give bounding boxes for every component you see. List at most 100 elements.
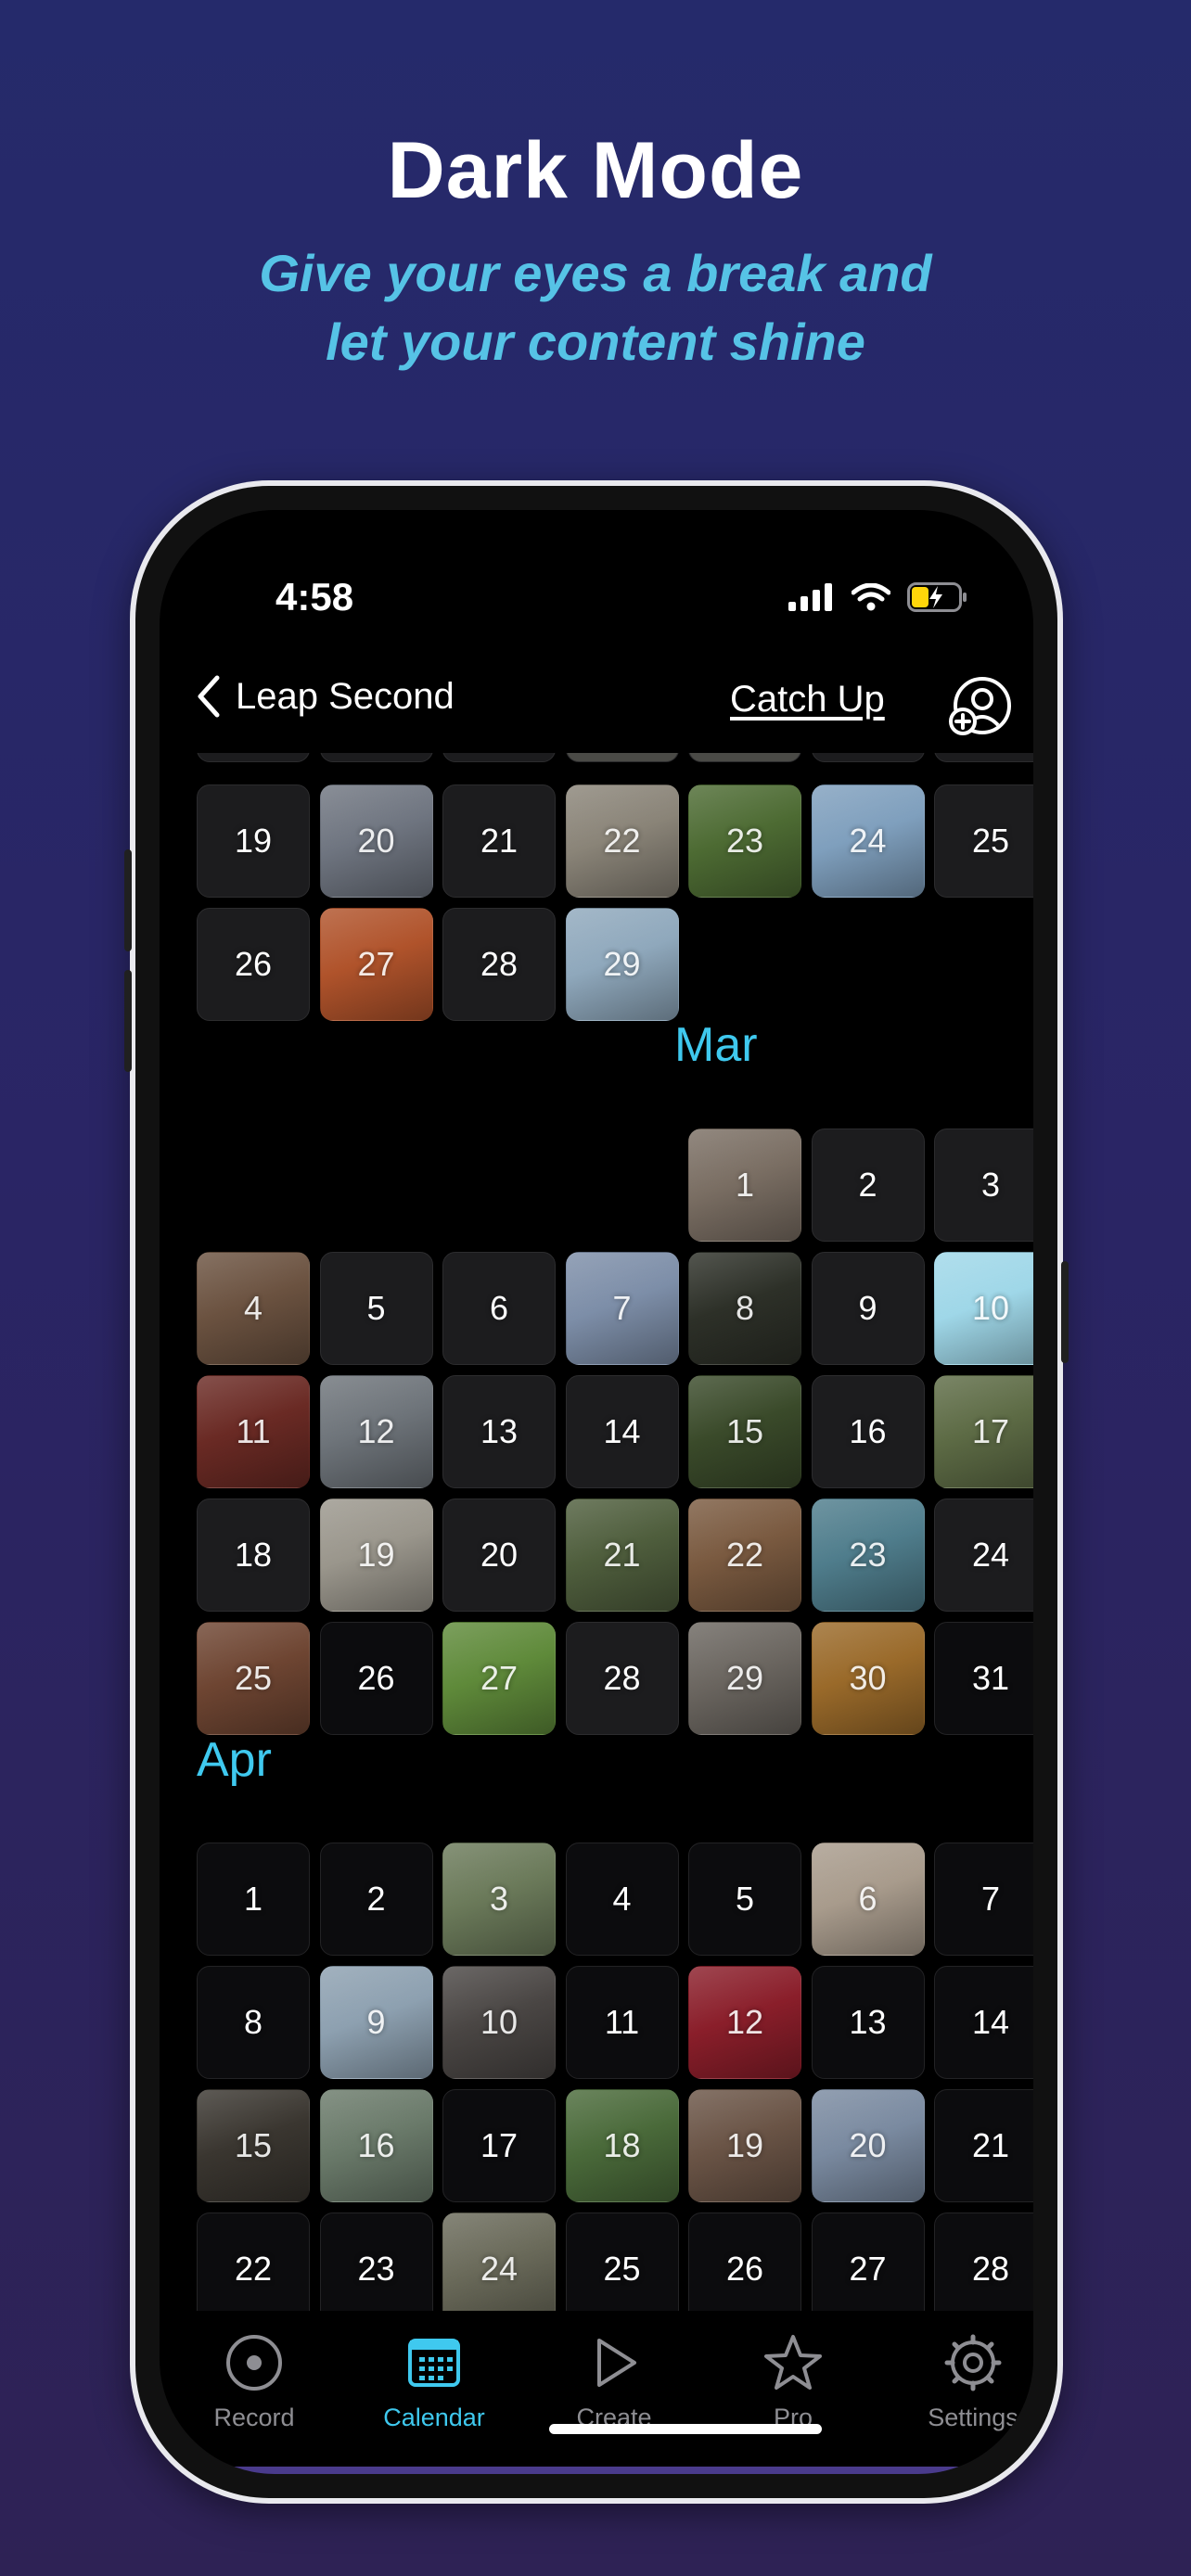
add-profile-button[interactable] <box>948 673 1013 743</box>
calendar-day[interactable]: 21 <box>442 784 556 898</box>
calendar-day[interactable]: 25 <box>934 784 1033 898</box>
calendar-day[interactable]: 31 <box>934 1622 1033 1735</box>
tab-record[interactable]: Record <box>180 2329 328 2432</box>
day-number: 12 <box>725 2003 764 2041</box>
calendar-day[interactable]: 4 <box>197 1252 310 1365</box>
calendar-day[interactable]: 26 <box>197 908 310 1021</box>
calendar-day-partial[interactable] <box>197 753 310 762</box>
promo-subheadline: Give your eyes a break and let your cont… <box>0 239 1191 376</box>
calendar-day[interactable]: 20 <box>442 1498 556 1612</box>
calendar-day[interactable]: 20 <box>812 2089 925 2202</box>
calendar-day[interactable]: 29 <box>566 908 679 1021</box>
calendar-day[interactable]: 23 <box>812 1498 925 1612</box>
play-icon <box>540 2329 688 2396</box>
calendar-day[interactable]: 15 <box>688 1375 801 1488</box>
calendar-day[interactable]: 12 <box>320 1375 433 1488</box>
calendar-day[interactable]: 14 <box>934 1966 1033 2079</box>
day-number: 7 <box>612 1289 632 1327</box>
calendar-day[interactable]: 4 <box>565 1843 679 1956</box>
calendar-day[interactable]: 3 <box>442 1843 556 1956</box>
calendar-day[interactable]: 22 <box>566 784 679 898</box>
add-person-icon <box>949 677 1011 735</box>
calendar-day[interactable]: 13 <box>442 1375 556 1488</box>
calendar-day[interactable]: 3 <box>934 1129 1033 1242</box>
calendar-day[interactable]: 18 <box>197 1498 310 1612</box>
calendar-day[interactable]: 9 <box>811 1252 925 1365</box>
tab-settings[interactable]: Settings <box>899 2329 1033 2432</box>
calendar-day[interactable]: 10 <box>934 1252 1033 1365</box>
calendar-day[interactable]: 27 <box>320 908 433 1021</box>
calendar-day[interactable]: 2 <box>319 1843 433 1956</box>
calendar-day[interactable]: 30 <box>812 1622 925 1735</box>
calendar-day[interactable]: 16 <box>811 1375 925 1488</box>
calendar-day[interactable]: 29 <box>688 1622 801 1735</box>
calendar-day[interactable]: 25 <box>565 2213 679 2311</box>
day-number: 24 <box>971 1536 1010 1574</box>
calendar-day[interactable]: 28 <box>934 2213 1033 2311</box>
calendar-day-partial[interactable] <box>319 753 433 762</box>
calendar-day[interactable]: 5 <box>319 1252 433 1365</box>
calendar-day[interactable]: 26 <box>319 1622 433 1735</box>
calendar-day-partial[interactable] <box>811 753 925 762</box>
calendar-day[interactable]: 7 <box>566 1252 679 1365</box>
calendar-day[interactable]: 23 <box>688 784 801 898</box>
calendar-day[interactable]: 21 <box>934 2089 1033 2202</box>
calendar-day[interactable]: 19 <box>320 1498 433 1612</box>
calendar-day[interactable]: 19 <box>197 784 310 898</box>
calendar-day[interactable]: 2 <box>811 1129 925 1242</box>
calendar-day[interactable]: 12 <box>688 1966 801 2079</box>
calendar-day[interactable]: 17 <box>934 1375 1033 1488</box>
calendar-day-partial[interactable] <box>565 753 679 762</box>
calendar-day[interactable]: 7 <box>934 1843 1033 1956</box>
day-number: 21 <box>971 2126 1010 2164</box>
calendar-scroll[interactable]: 19 20 21 22 23 24 25 26 27 28 29 Mar 1 2 3 4 5 6 7 8 9 10 11 12… <box>160 753 1033 2311</box>
day-number: 28 <box>603 1659 641 1697</box>
tab-create[interactable]: Create <box>540 2329 688 2432</box>
back-button[interactable]: Leap Second <box>197 675 455 718</box>
calendar-day[interactable]: 8 <box>688 1252 801 1365</box>
calendar-day[interactable]: 22 <box>197 2213 310 2311</box>
day-number: 4 <box>243 1289 263 1327</box>
battery-charging-icon <box>907 582 967 612</box>
day-number: 14 <box>603 1412 641 1450</box>
calendar-day[interactable]: 19 <box>688 2089 801 2202</box>
calendar-day[interactable]: 14 <box>565 1375 679 1488</box>
calendar-day[interactable]: 1 <box>197 1843 310 1956</box>
promo-subline-1: Give your eyes a break and <box>259 244 932 302</box>
calendar-day-partial[interactable] <box>934 753 1033 762</box>
calendar-day[interactable]: 22 <box>688 1498 801 1612</box>
calendar-day[interactable]: 9 <box>320 1966 433 2079</box>
calendar-day[interactable]: 6 <box>442 1252 556 1365</box>
day-number: 8 <box>243 2003 263 2041</box>
calendar-day[interactable]: 25 <box>197 1622 310 1735</box>
calendar-day[interactable]: 27 <box>442 1622 556 1735</box>
tab-calendar[interactable]: Calendar <box>360 2329 508 2432</box>
calendar-day[interactable]: 13 <box>811 1966 925 2079</box>
calendar-day[interactable]: 21 <box>566 1498 679 1612</box>
calendar-day[interactable]: 8 <box>197 1966 310 2079</box>
calendar-day[interactable]: 11 <box>565 1966 679 2079</box>
catch-up-link[interactable]: Catch Up <box>730 679 885 721</box>
calendar-day-partial[interactable] <box>688 753 801 762</box>
calendar-day[interactable]: 27 <box>811 2213 925 2311</box>
calendar-day[interactable]: 10 <box>442 1966 556 2079</box>
calendar-day-partial[interactable] <box>442 753 556 762</box>
calendar-day[interactable]: 5 <box>688 1843 801 1956</box>
calendar-day[interactable]: 24 <box>812 784 925 898</box>
calendar-day[interactable]: 6 <box>812 1843 925 1956</box>
calendar-day[interactable]: 11 <box>197 1375 310 1488</box>
tab-pro[interactable]: Pro <box>719 2329 867 2432</box>
calendar-day[interactable]: 16 <box>320 2089 433 2202</box>
calendar-day[interactable]: 18 <box>566 2089 679 2202</box>
calendar-day[interactable]: 24 <box>934 1498 1033 1612</box>
calendar-day[interactable]: 1 <box>688 1129 801 1242</box>
day-number: 22 <box>725 1536 764 1574</box>
calendar-day[interactable]: 23 <box>319 2213 433 2311</box>
calendar-day[interactable]: 17 <box>442 2089 556 2202</box>
calendar-day[interactable]: 28 <box>565 1622 679 1735</box>
calendar-day[interactable]: 28 <box>442 908 556 1021</box>
calendar-day[interactable]: 20 <box>320 784 433 898</box>
calendar-day[interactable]: 24 <box>442 2213 556 2311</box>
calendar-day[interactable]: 15 <box>197 2089 310 2202</box>
calendar-day[interactable]: 26 <box>688 2213 801 2311</box>
